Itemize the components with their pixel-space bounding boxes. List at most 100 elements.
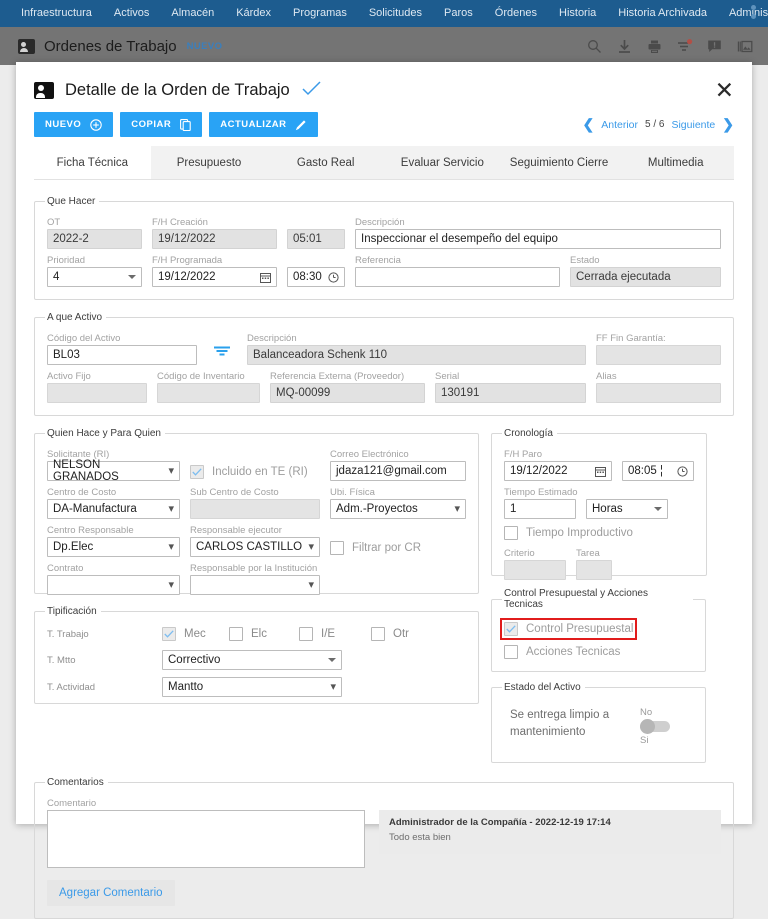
calendar-icon[interactable] — [260, 272, 271, 283]
t-mtto-select[interactable]: Correctivo — [162, 650, 342, 670]
nav-item-historia-archivada[interactable]: Historia Archivada — [607, 0, 718, 27]
solicitante-select[interactable]: NELSON GRANADOS ▾ — [47, 459, 180, 483]
referencia-field[interactable] — [355, 267, 560, 287]
section-comentarios-legend: Comentarios — [47, 777, 104, 788]
clock-icon[interactable] — [328, 271, 339, 283]
check-ie-row[interactable]: I/E — [299, 627, 371, 641]
filtrar-cr-checkbox-row[interactable]: Filtrar por CR — [330, 541, 466, 555]
gallery-icon[interactable] — [737, 39, 753, 54]
print-icon[interactable] — [647, 39, 662, 54]
clock-icon[interactable] — [677, 465, 688, 477]
tab-multimedia[interactable]: Multimedia — [617, 146, 735, 179]
nav-item-kardex[interactable]: Kárdex — [225, 0, 282, 27]
nav-item-ordenes[interactable]: Órdenes — [484, 0, 548, 27]
notes-icon[interactable] — [707, 39, 722, 54]
acciones-tecnicas-row[interactable]: Acciones Tecnicas — [504, 645, 693, 659]
criterio-field — [504, 560, 566, 580]
codigo-inventario-field — [157, 383, 260, 403]
tab-seguimiento-cierre[interactable]: Seguimiento Cierre — [500, 146, 618, 179]
incluido-te-checkbox[interactable] — [190, 465, 204, 479]
tiempo-estimado-field[interactable]: 1 — [504, 499, 576, 519]
contrato-select[interactable]: ▾ — [47, 575, 180, 595]
sub-centro-field — [190, 499, 320, 519]
calendar-icon[interactable] — [595, 466, 606, 477]
fh-programada-time-field[interactable]: 08:30 — [287, 267, 345, 287]
tarea-field — [576, 560, 612, 580]
check-mec-row[interactable]: Mec — [162, 627, 229, 641]
fh-programada-date-field[interactable]: 19/12/2022 — [152, 267, 277, 287]
page-title: Ordenes de Trabajo — [44, 37, 177, 55]
control-presupuestal-label: Control Presupuestal — [526, 623, 634, 635]
fh-paro-time-value: 08:05 ¦ — [628, 465, 663, 477]
t-actividad-select[interactable]: Mantto ▾ — [162, 677, 342, 697]
agregar-comentario-button[interactable]: Agregar Comentario — [47, 880, 175, 906]
nav-item-infraestructura[interactable]: Infraestructura — [10, 0, 103, 27]
pager-next-link[interactable]: Siguiente — [671, 119, 715, 131]
centro-responsable-label: Centro Responsable — [47, 525, 134, 536]
tab-ficha-tecnica[interactable]: Ficha Técnica — [34, 146, 151, 179]
asset-filter-icon[interactable] — [213, 344, 231, 362]
nav-item-activos[interactable]: Activos — [103, 0, 160, 27]
nav-item-administracion[interactable]: Administración — [718, 0, 768, 27]
close-dialog-button[interactable]: ✕ — [715, 79, 734, 102]
tab-gasto-real[interactable]: Gasto Real — [267, 146, 385, 179]
activo-fijo-label: Activo Fijo — [47, 371, 91, 382]
nav-item-historia[interactable]: Historia — [548, 0, 607, 27]
new-record-label[interactable]: NUEVO — [187, 41, 223, 52]
tiempo-improductivo-row[interactable]: Tiempo Improductivo — [504, 526, 694, 540]
actualizar-button[interactable]: ACTUALIZAR — [209, 112, 319, 137]
ubi-fisica-label: Ubi. Física — [330, 487, 375, 498]
nav-item-almacen[interactable]: Almacén — [160, 0, 225, 27]
responsable-ejecutor-select[interactable]: CARLOS CASTILLO ▾ — [190, 537, 320, 557]
filter-icon[interactable] — [677, 38, 693, 54]
work-order-badge-icon — [34, 82, 54, 99]
se-entrega-limpio-toggle[interactable] — [640, 719, 670, 734]
codigo-activo-field[interactable]: BL03 — [47, 345, 197, 365]
t-trabajo-label: T. Trabajo — [47, 628, 89, 640]
mec-checkbox[interactable] — [162, 627, 176, 641]
check-elc-row[interactable]: Elc — [229, 627, 299, 641]
pager-prev-link[interactable]: Anterior — [601, 119, 638, 131]
chevron-down-icon: ▾ — [168, 578, 174, 591]
nav-item-solicitudes[interactable]: Solicitudes — [358, 0, 433, 27]
filtrar-cr-checkbox[interactable] — [330, 541, 344, 555]
check-otr-row[interactable]: Otr — [371, 627, 409, 641]
acciones-tecnicas-label: Acciones Tecnicas — [526, 646, 621, 658]
prioridad-select[interactable]: 4 — [47, 267, 142, 287]
search-icon[interactable] — [587, 39, 602, 54]
fh-paro-time-field[interactable]: 08:05 ¦ — [622, 461, 694, 481]
tab-evaluar-servicio[interactable]: Evaluar Servicio — [384, 146, 501, 179]
incluido-te-label: Incluido en TE (RI) — [212, 466, 308, 478]
correo-field[interactable]: jdaza121@gmail.com — [330, 461, 466, 481]
pager-count: 5 / 6 — [645, 119, 665, 130]
fh-paro-date-field[interactable]: 19/12/2022 — [504, 461, 612, 481]
centro-responsable-select[interactable]: Dp.Elec ▾ — [47, 537, 180, 557]
tiempo-improductivo-checkbox[interactable] — [504, 526, 518, 540]
nav-item-programas[interactable]: Programas — [282, 0, 358, 27]
descripcion-field[interactable]: Inspeccionar el desempeño del equipo — [355, 229, 721, 249]
comentario-textarea[interactable] — [47, 810, 365, 868]
otr-checkbox[interactable] — [371, 627, 385, 641]
activo-descripcion-label: Descripción — [247, 333, 297, 344]
copiar-button[interactable]: COPIAR — [120, 112, 203, 137]
elc-checkbox[interactable] — [229, 627, 243, 641]
download-icon[interactable] — [617, 39, 632, 54]
section-control-presupuestal-legend: Control Presupuestal y Acciones Tecnicas — [504, 588, 648, 610]
responsable-institucion-select[interactable]: ▾ — [190, 575, 320, 595]
pager-next-chevron-icon[interactable]: ❯ — [722, 116, 734, 133]
tiempo-unidad-select[interactable]: Horas — [586, 499, 668, 519]
control-presupuestal-row[interactable]: Control Presupuestal — [499, 618, 638, 640]
control-presupuestal-checkbox[interactable] — [504, 622, 518, 636]
pager-prev-chevron-icon[interactable]: ❮ — [583, 116, 595, 133]
incluido-te-checkbox-row[interactable]: Incluido en TE (RI) — [190, 465, 320, 479]
ie-checkbox[interactable] — [299, 627, 313, 641]
codigo-activo-label: Código del Activo — [47, 333, 121, 344]
nuevo-button[interactable]: NUEVO — [34, 112, 114, 137]
nav-item-paros[interactable]: Paros — [433, 0, 484, 27]
ubi-fisica-select[interactable]: Adm.-Proyectos ▾ — [330, 499, 466, 519]
dialog-title: Detalle de la Orden de Trabajo — [65, 81, 290, 99]
tab-presupuesto[interactable]: Presupuesto — [150, 146, 268, 179]
centro-costo-select[interactable]: DA-Manufactura ▾ — [47, 499, 180, 519]
acciones-tecnicas-checkbox[interactable] — [504, 645, 518, 659]
sub-centro-label: Sub Centro de Costo — [190, 487, 279, 498]
